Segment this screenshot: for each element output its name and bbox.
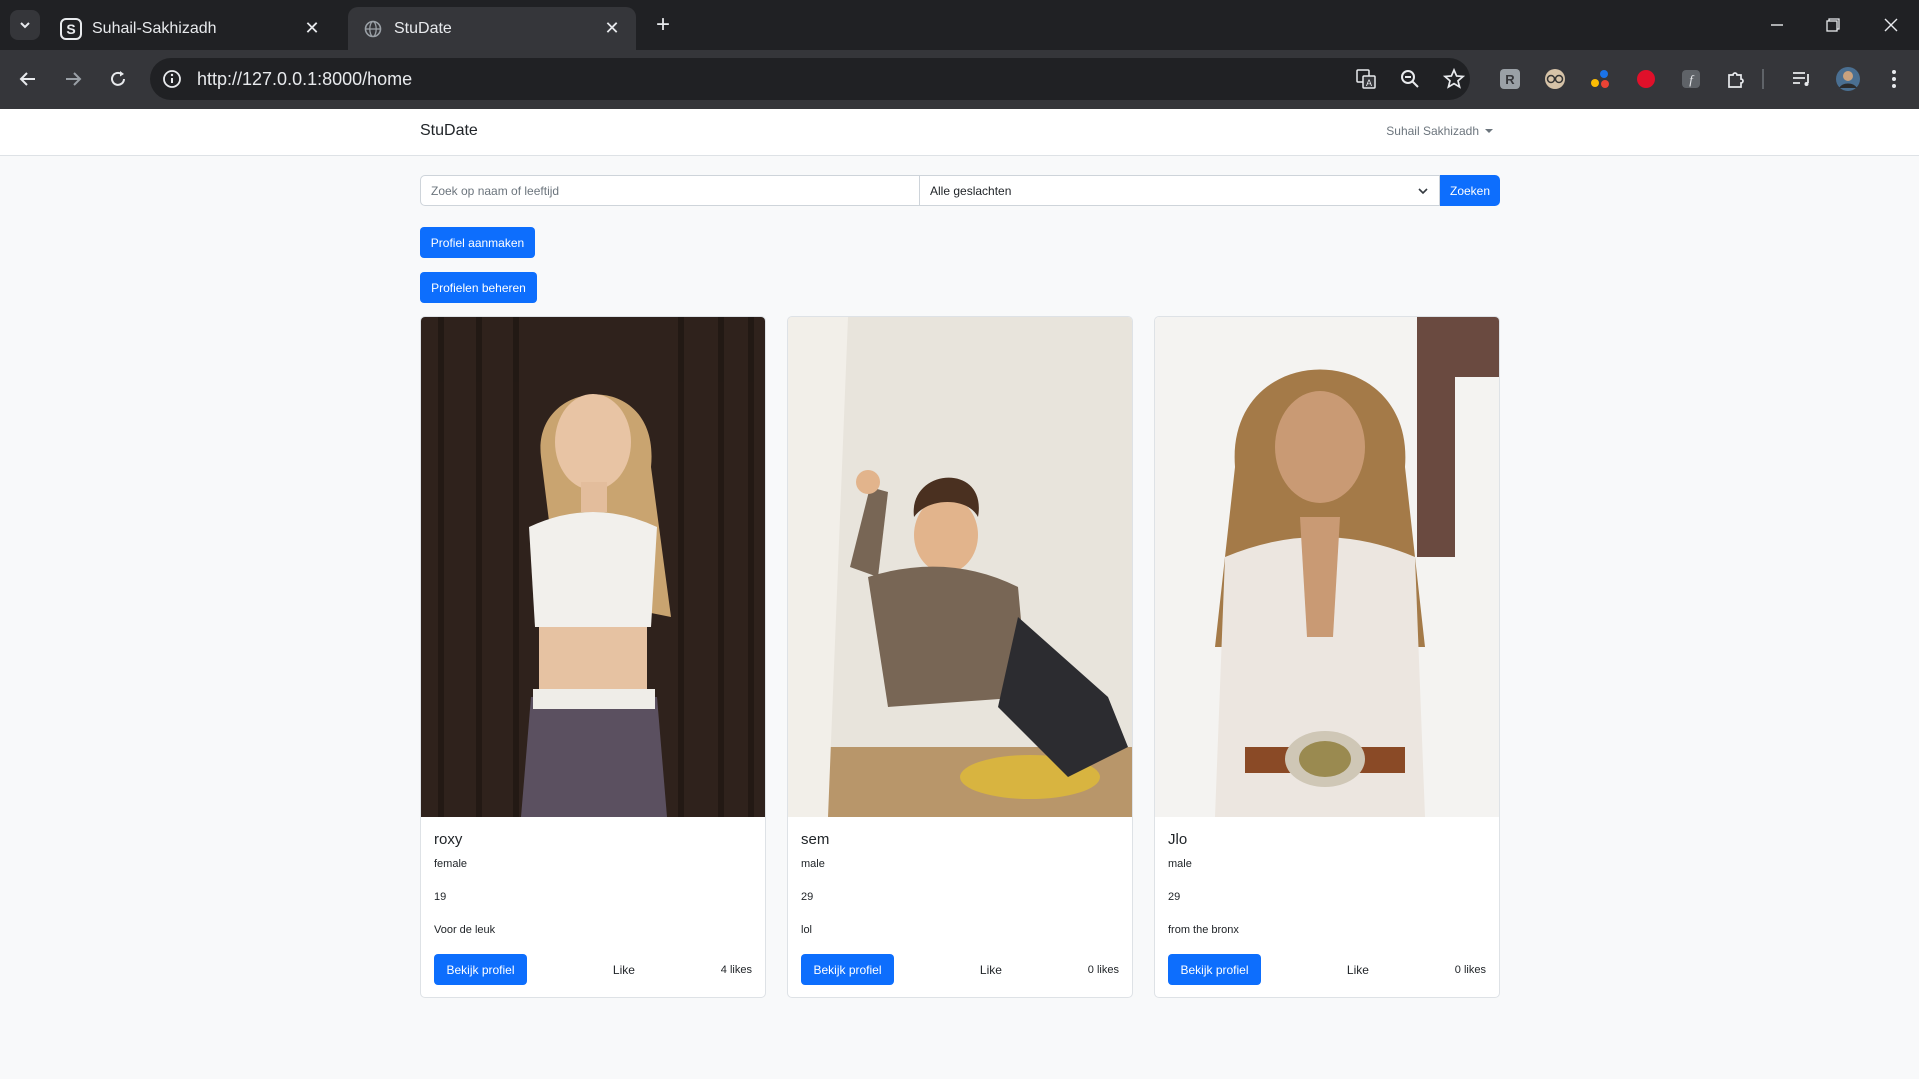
restore-button[interactable] xyxy=(1816,10,1850,40)
profile-gender: male xyxy=(1168,858,1192,870)
forward-button[interactable] xyxy=(58,64,88,94)
profile-card: sem male 29 lol Bekijk profiel Like 0 li… xyxy=(787,316,1133,998)
browser-toolbar: http://127.0.0.1:8000/home A R f xyxy=(0,50,1919,109)
profile-age: 29 xyxy=(801,891,814,903)
url-text[interactable]: http://127.0.0.1:8000/home xyxy=(197,69,412,90)
chevron-down-icon xyxy=(1418,187,1428,194)
tab-title: Suhail-Sakhizadh xyxy=(92,19,217,37)
caret-down-icon xyxy=(1485,129,1493,133)
site-info-icon[interactable] xyxy=(161,68,183,90)
tab-suhail-sakhizadh[interactable]: S Suhail-Sakhizadh ✕ xyxy=(46,7,336,50)
view-profile-button[interactable]: Bekijk profiel xyxy=(801,954,894,985)
profile-photo xyxy=(1155,317,1499,817)
profile-age: 19 xyxy=(434,891,447,903)
search-button[interactable]: Zoeken xyxy=(1440,175,1500,206)
more-menu-icon[interactable] xyxy=(1882,67,1906,91)
extension-glasses-icon[interactable] xyxy=(1543,67,1567,91)
profile-card: roxy female 19 Voor de leuk Bekijk profi… xyxy=(420,316,766,998)
address-bar[interactable]: http://127.0.0.1:8000/home A xyxy=(150,58,1470,100)
create-profile-button[interactable]: Profiel aanmaken xyxy=(420,227,535,258)
extension-red-icon[interactable] xyxy=(1634,67,1658,91)
profile-bio: lol xyxy=(801,924,813,936)
page-content: StuDate Suhail Sakhizadh Alle geslachten… xyxy=(0,109,1919,1079)
extension-f-icon[interactable]: f xyxy=(1679,67,1703,91)
profile-gender: male xyxy=(801,858,825,870)
profile-gender: female xyxy=(434,858,468,870)
close-icon[interactable]: ✕ xyxy=(602,18,622,39)
profile-name: roxy xyxy=(434,831,463,848)
profile-name: Jlo xyxy=(1168,831,1188,848)
view-profile-button[interactable]: Bekijk profiel xyxy=(1168,954,1261,985)
tab-studate[interactable]: StuDate ✕ xyxy=(348,7,636,50)
reload-button[interactable] xyxy=(103,64,133,94)
card-actions: Bekijk profiel Like 0 likes xyxy=(1168,954,1486,985)
site-navbar: StuDate Suhail Sakhizadh xyxy=(0,109,1919,156)
site-brand[interactable]: StuDate xyxy=(420,122,478,140)
gender-select-value: Alle geslachten xyxy=(930,183,1012,198)
new-tab-button[interactable]: + xyxy=(650,11,676,38)
gender-select[interactable]: Alle geslachten xyxy=(920,175,1440,206)
window-close-button[interactable] xyxy=(1874,10,1908,40)
search-form: Alle geslachten Zoeken xyxy=(420,175,1500,206)
profile-age: 29 xyxy=(1168,891,1181,903)
like-count: 0 likes xyxy=(1454,963,1486,976)
close-icon xyxy=(1884,18,1898,32)
minimize-button[interactable] xyxy=(1760,10,1794,40)
media-queue-icon[interactable] xyxy=(1790,67,1814,91)
manage-profiles-button[interactable]: Profielen beheren xyxy=(420,272,537,303)
extensions-puzzle-icon[interactable] xyxy=(1724,67,1748,91)
svg-text:R: R xyxy=(1505,72,1515,87)
like-count: 4 likes xyxy=(720,963,752,976)
globe-icon xyxy=(362,18,384,40)
extension-dots-icon[interactable] xyxy=(1588,67,1612,91)
like-button[interactable]: Like xyxy=(1347,963,1369,977)
back-button[interactable] xyxy=(13,64,43,94)
close-icon[interactable]: ✕ xyxy=(302,18,322,39)
profile-avatar-icon[interactable] xyxy=(1835,66,1861,92)
profile-cards: roxy female 19 Voor de leuk Bekijk profi… xyxy=(420,316,1500,998)
card-actions: Bekijk profiel Like 0 likes xyxy=(801,954,1119,985)
user-dropdown[interactable]: Suhail Sakhizadh xyxy=(1386,124,1493,138)
like-button[interactable]: Like xyxy=(980,963,1002,977)
chevron-down-icon xyxy=(20,22,30,29)
zoom-icon[interactable] xyxy=(1398,67,1422,91)
extension-r-icon[interactable]: R xyxy=(1498,67,1522,91)
svg-text:A: A xyxy=(1366,78,1372,88)
tab-strip: S Suhail-Sakhizadh ✕ StuDate ✕ + xyxy=(0,0,1919,50)
profile-photo xyxy=(421,317,765,817)
profile-card: Jlo male 29 from the bronx Bekijk profie… xyxy=(1154,316,1500,998)
view-profile-button[interactable]: Bekijk profiel xyxy=(434,954,527,985)
profile-photo xyxy=(788,317,1132,817)
arrow-left-icon xyxy=(19,72,35,86)
like-count: 0 likes xyxy=(1087,963,1119,976)
tab-title: StuDate xyxy=(394,19,452,37)
profile-name: sem xyxy=(801,831,830,848)
search-input[interactable] xyxy=(420,175,920,206)
bookmark-star-icon[interactable] xyxy=(1442,67,1466,91)
reload-icon xyxy=(111,71,125,86)
s-logo-icon: S xyxy=(60,17,82,40)
like-button[interactable]: Like xyxy=(613,963,635,977)
translate-icon[interactable]: A xyxy=(1354,67,1378,91)
svg-text:S: S xyxy=(66,21,75,37)
restore-icon xyxy=(1826,18,1840,32)
toolbar-divider xyxy=(1762,69,1764,89)
tab-search-button[interactable] xyxy=(10,10,40,40)
user-name: Suhail Sakhizadh xyxy=(1386,124,1479,138)
arrow-right-icon xyxy=(66,72,82,86)
profile-bio: from the bronx xyxy=(1168,924,1239,936)
minimize-icon xyxy=(1771,24,1783,26)
profile-bio: Voor de leuk xyxy=(434,924,496,936)
card-actions: Bekijk profiel Like 4 likes xyxy=(434,954,752,985)
